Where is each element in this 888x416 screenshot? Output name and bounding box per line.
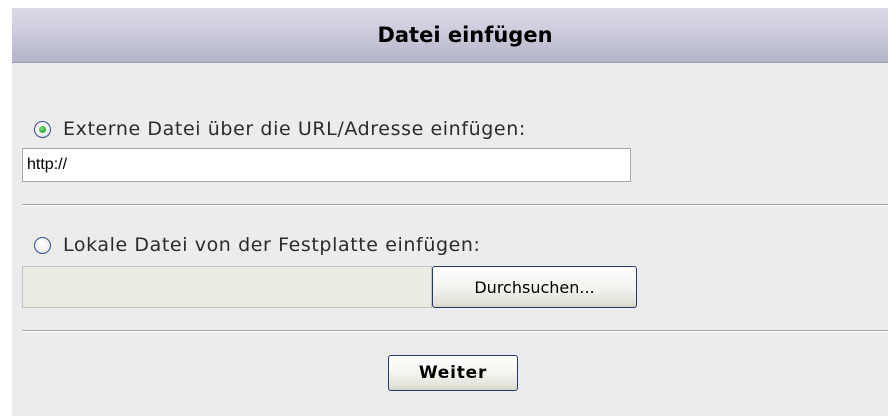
insert-file-dialog: Datei einfügen Externe Datei über die UR… [12, 8, 888, 416]
divider-top [22, 204, 888, 206]
local-file-label: Lokale Datei von der Festplatte einfügen… [63, 234, 481, 256]
external-file-option[interactable]: Externe Datei über die URL/Adresse einfü… [34, 118, 526, 140]
next-button[interactable]: Weiter [388, 355, 518, 391]
external-file-radio[interactable] [34, 120, 51, 138]
local-file-radio[interactable] [34, 236, 51, 254]
browse-button[interactable]: Durchsuchen... [432, 266, 637, 308]
dialog-title: Datei einfügen [377, 23, 553, 47]
local-file-path-input[interactable] [22, 266, 432, 308]
url-input[interactable] [22, 148, 631, 182]
external-file-label: Externe Datei über die URL/Adresse einfü… [63, 118, 526, 140]
dialog-title-bar: Datei einfügen [12, 8, 888, 63]
divider-bottom [22, 330, 888, 332]
local-file-option[interactable]: Lokale Datei von der Festplatte einfügen… [34, 234, 481, 256]
